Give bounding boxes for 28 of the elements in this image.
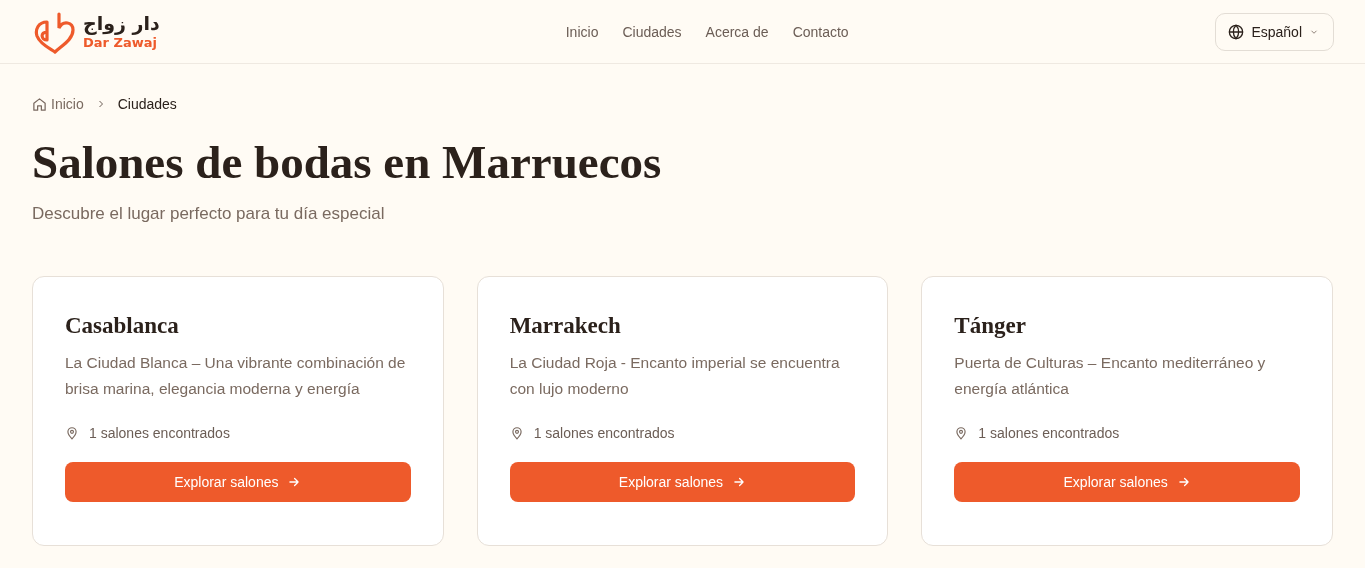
breadcrumb-current: Ciudades (117, 96, 177, 112)
city-name: Casablanca (65, 312, 180, 339)
explore-button[interactable]: Explorar salones (954, 461, 1300, 502)
city-name: Marrakech (509, 312, 622, 339)
nav-link[interactable]: Ciudades (622, 23, 682, 40)
location-pin-icon (509, 425, 524, 440)
city-description: La Ciudad Blanca – Una vibrante combinación de brisa marina, elegancia moderna y energía (65, 352, 407, 399)
nav-link[interactable]: Acerca de (705, 23, 769, 40)
venue-count: 1 salones encontrados (89, 424, 230, 441)
location-pin-icon (65, 425, 79, 440)
city-description: Puerta de Culturas – Encanto mediterráneo y energía atlántica (954, 352, 1267, 399)
logo-arabic-text: دار زواج (83, 14, 160, 33)
logo-text: Dar Zawaj (83, 36, 158, 49)
city-name: Tánger (954, 312, 1027, 339)
explore-button[interactable]: Explorar salones (509, 461, 856, 502)
language-selector[interactable]: Español (1215, 12, 1334, 51)
venue-count: 1 salones encontrados (533, 424, 675, 441)
venue-count: 1 salones encontrados (978, 424, 1120, 441)
nav-link[interactable]: Inicio (565, 23, 599, 40)
page-title: Salones de bodas en Marruecos (32, 137, 663, 189)
nav-link[interactable]: Contacto (792, 23, 849, 40)
explore-button[interactable]: Explorar salones (65, 461, 411, 502)
home-icon (32, 96, 47, 112)
globe-icon (1228, 23, 1245, 40)
page-subtitle: Descubre el lugar perfecto para tu día especial (32, 203, 386, 224)
location-pin-icon (954, 425, 969, 440)
city-description: La Ciudad Roja - Encanto imperial se encuentra con lujo moderno (509, 352, 841, 399)
breadcrumb-link[interactable]: Inicio (32, 96, 84, 112)
